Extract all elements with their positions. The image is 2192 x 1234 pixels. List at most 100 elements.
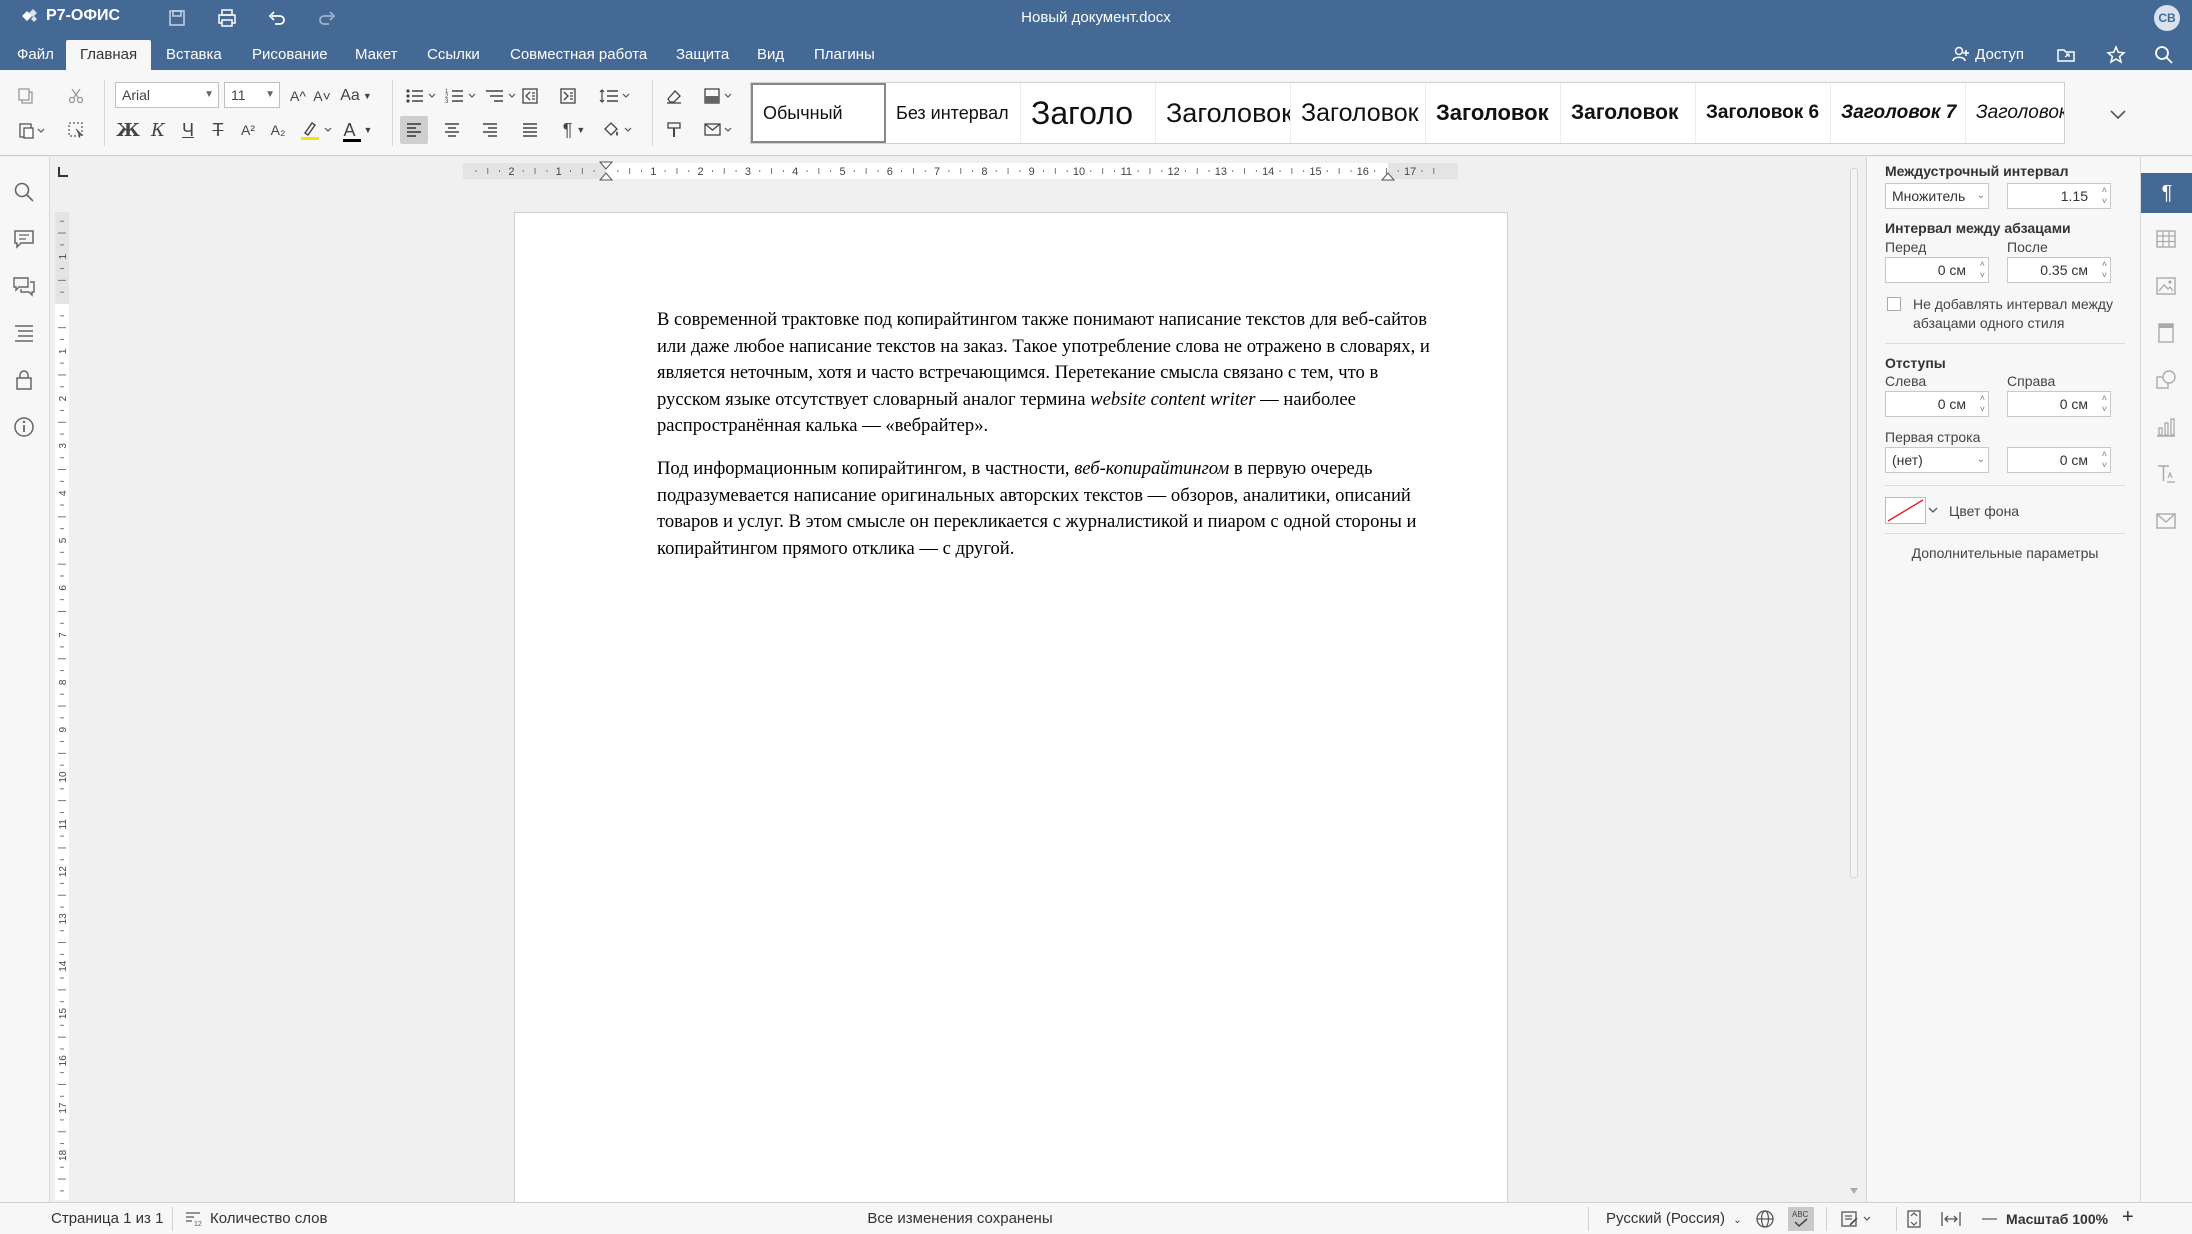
text-art-settings-icon[interactable] <box>2154 462 2180 488</box>
font-name-combo[interactable]: Arial ▼ <box>115 82 219 108</box>
mail-merge-settings-icon[interactable] <box>2154 509 2180 535</box>
open-location-icon[interactable] <box>2055 44 2077 66</box>
undo-icon[interactable] <box>266 7 288 29</box>
fit-width-icon[interactable] <box>1940 1209 1962 1233</box>
decrease-font-button[interactable]: A˅ <box>308 82 336 110</box>
underline-button[interactable]: Ч <box>174 116 202 144</box>
style-heading-5[interactable]: Заголовок <box>1561 83 1696 143</box>
search-icon[interactable] <box>12 180 38 206</box>
image-settings-icon[interactable] <box>2154 274 2180 300</box>
tab-view[interactable]: Вид <box>743 40 798 70</box>
cut-icon[interactable] <box>62 82 90 110</box>
access-button[interactable]: Доступ <box>1951 44 2024 64</box>
lock-icon[interactable] <box>12 368 38 394</box>
style-heading-8[interactable]: Заголовок 8 <box>1966 83 2064 143</box>
spinner-arrows-icon[interactable]: ˄ ˅ <box>2102 185 2107 207</box>
document-body[interactable]: В современной трактовке под копирайтинго… <box>657 307 1440 578</box>
subscript-button[interactable]: A₂ <box>264 116 292 144</box>
highlight-button[interactable] <box>296 116 336 144</box>
align-left-button[interactable] <box>400 116 428 144</box>
spinner-arrows-icon[interactable]: ˄ ˅ <box>2102 393 2107 415</box>
tab-insert[interactable]: Вставка <box>152 40 236 70</box>
scroll-down-icon[interactable] <box>1850 1188 1858 1194</box>
italic-button[interactable]: К <box>144 116 172 144</box>
favorite-star-icon[interactable] <box>2105 44 2127 66</box>
scrollbar-thumb[interactable] <box>1850 168 1858 878</box>
navigation-icon[interactable] <box>12 321 38 347</box>
no-space-same-style-checkbox[interactable] <box>1887 297 1901 311</box>
search-icon[interactable] <box>2153 44 2175 66</box>
tab-references[interactable]: Ссылки <box>413 40 494 70</box>
paragraph-1[interactable]: В современной трактовке под копирайтинго… <box>657 307 1440 440</box>
numbering-button[interactable]: 123 <box>442 82 482 110</box>
paste-icon[interactable] <box>12 116 52 144</box>
select-all-icon[interactable] <box>62 116 90 144</box>
chart-settings-icon[interactable] <box>2154 415 2180 441</box>
indent-left-field[interactable]: 0 см ˄ ˅ <box>1885 391 1989 417</box>
tab-draw[interactable]: Рисование <box>238 40 342 70</box>
style-heading-1[interactable]: Заголо <box>1021 83 1156 143</box>
spacing-after-field[interactable]: 0.35 см ˄ ˅ <box>2007 257 2111 283</box>
paragraph-settings-icon[interactable]: ¶ <box>2141 173 2192 213</box>
superscript-button[interactable]: A² <box>234 116 262 144</box>
decrease-indent-icon[interactable] <box>516 82 544 110</box>
align-right-button[interactable] <box>476 116 504 144</box>
style-no-spacing[interactable]: Без интервал <box>886 83 1021 143</box>
shape-settings-icon[interactable] <box>2154 368 2180 394</box>
vertical-ruler[interactable]: 1 1 2 3 4 5 6 7 8 9 10 11 12 13 14 15 16 17 18 <box>53 212 71 1200</box>
align-center-button[interactable] <box>438 116 466 144</box>
style-heading-3[interactable]: Заголовок <box>1291 83 1426 143</box>
chat-icon[interactable] <box>12 274 38 300</box>
font-color-button[interactable]: A ▼ <box>338 116 378 144</box>
comments-icon[interactable] <box>12 227 38 253</box>
align-justify-button[interactable] <box>516 116 544 144</box>
strikethrough-button[interactable]: Т <box>204 116 232 144</box>
tab-protection[interactable]: Защита <box>662 40 743 70</box>
style-normal[interactable]: Обычный <box>751 83 886 143</box>
spinner-arrows-icon[interactable]: ˄ ˅ <box>1980 259 1985 281</box>
spinner-arrows-icon[interactable]: ˄ ˅ <box>2102 259 2107 281</box>
doc-language-globe-icon[interactable] <box>1755 1209 1775 1233</box>
line-spacing-button[interactable] <box>596 82 636 110</box>
change-case-button[interactable]: Aa ▼ <box>336 82 376 110</box>
header-footer-settings-icon[interactable] <box>2154 321 2180 347</box>
tab-stop-selector-icon[interactable] <box>56 165 70 179</box>
horizontal-ruler[interactable]: 2 1 1 2 3 4 5 6 7 8 9 10 11 12 13 14 15 16 17 <box>463 161 1458 181</box>
copy-icon[interactable] <box>12 82 40 110</box>
style-heading-4[interactable]: Заголовок <box>1426 83 1561 143</box>
copy-style-icon[interactable] <box>660 116 688 144</box>
nonprinting-chars-button[interactable]: ¶ ▼ <box>556 116 592 144</box>
style-heading-2[interactable]: Заголовок <box>1156 83 1291 143</box>
spacing-before-field[interactable]: 0 см ˄ ˅ <box>1885 257 1989 283</box>
language-select[interactable]: Русский (Россия) ⌄ <box>1606 1210 1742 1227</box>
vertical-scrollbar[interactable] <box>1848 160 1860 1200</box>
color-scheme-button[interactable] <box>700 82 740 110</box>
background-color-picker[interactable] <box>1885 497 1939 525</box>
spinner-arrows-icon[interactable]: ˄ ˅ <box>1980 393 1985 415</box>
zoom-out-button[interactable]: — <box>1982 1210 1997 1227</box>
first-line-mode-select[interactable]: (нет) ⌄ <box>1885 447 1989 473</box>
tab-plugins[interactable]: Плагины <box>800 40 889 70</box>
paragraph-2[interactable]: Под информационным копирайтингом, в част… <box>657 456 1440 562</box>
tab-collaboration[interactable]: Совместная работа <box>496 40 661 70</box>
document-page[interactable]: В современной трактовке под копирайтинго… <box>514 212 1508 1202</box>
print-icon[interactable] <box>216 7 238 29</box>
redo-icon[interactable] <box>316 7 338 29</box>
advanced-settings-link[interactable]: Дополнительные параметры <box>1885 545 2125 561</box>
styles-expand-icon[interactable] <box>2098 94 2138 134</box>
save-icon[interactable] <box>166 7 188 29</box>
tab-file[interactable]: Файл <box>3 40 68 70</box>
mail-merge-button[interactable] <box>700 116 740 144</box>
indent-right-field[interactable]: 0 см ˄ ˅ <box>2007 391 2111 417</box>
tab-layout[interactable]: Макет <box>341 40 411 70</box>
bold-button[interactable]: Ж <box>114 116 142 144</box>
line-spacing-mode-select[interactable]: Множитель ⌄ <box>1885 183 1989 209</box>
line-spacing-value-field[interactable]: 1.15 ˄ ˅ <box>2007 183 2111 209</box>
first-line-value-field[interactable]: 0 см ˄ ˅ <box>2007 447 2111 473</box>
user-avatar[interactable]: СВ <box>2154 5 2180 31</box>
zoom-in-button[interactable]: + <box>2122 1206 2134 1229</box>
tab-home[interactable]: Главная <box>66 40 152 70</box>
font-size-combo[interactable]: 11 ▼ <box>224 82 280 108</box>
shading-button[interactable] <box>598 116 638 144</box>
spinner-arrows-icon[interactable]: ˄ ˅ <box>2102 449 2107 471</box>
